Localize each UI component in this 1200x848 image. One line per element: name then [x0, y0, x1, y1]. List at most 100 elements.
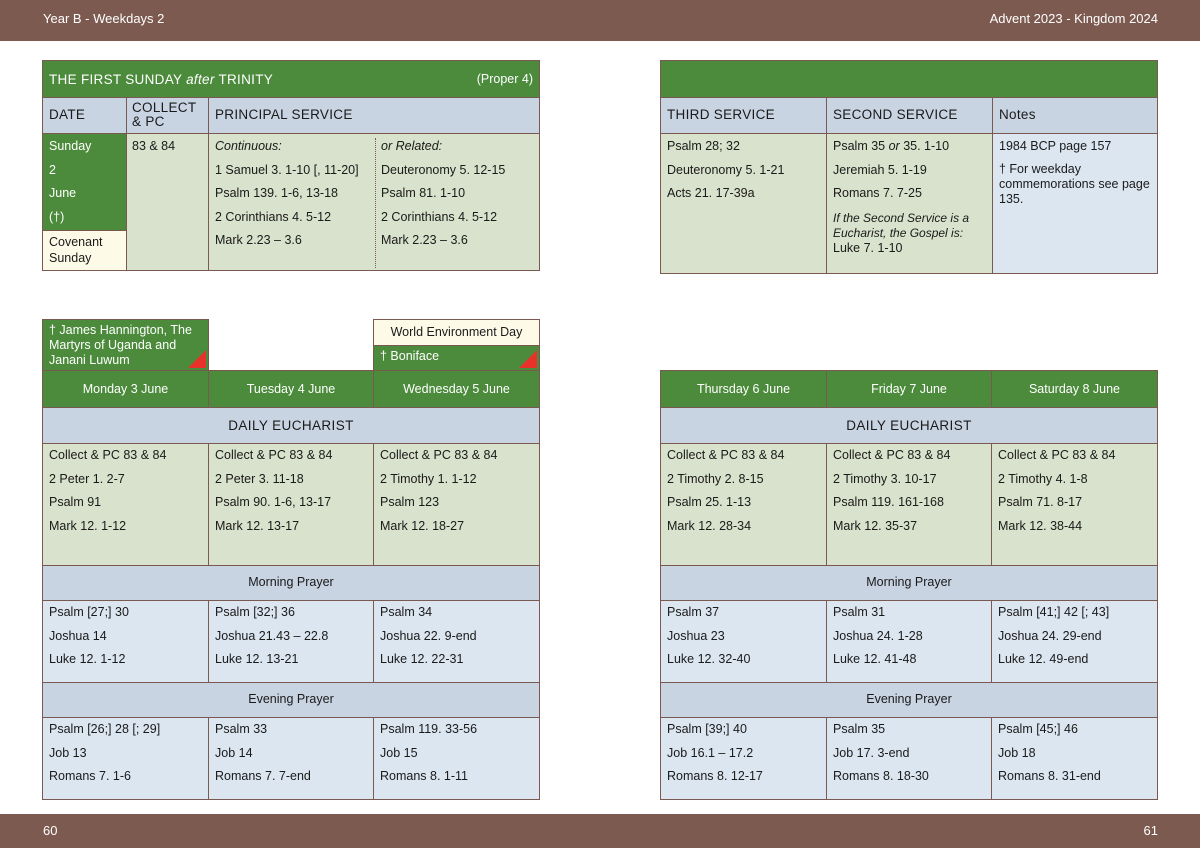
morning-prayer-label: Morning Prayer	[42, 565, 540, 601]
morning-cell: Psalm 37 Joshua 23 Luke 12. 32-40	[660, 600, 827, 683]
weekday-grid-right: Thursday 6 June Friday 7 June Saturday 8 J…	[660, 370, 1158, 800]
day-header: Monday 3 June	[42, 370, 209, 408]
reading: Luke 12. 49-end	[998, 652, 1089, 666]
date-line: 2	[49, 162, 56, 177]
evening-cell: Psalm 35 Job 17. 3-end Romans 8. 18-30	[826, 717, 992, 800]
reading: Job 16.1 – 17.2	[667, 745, 754, 760]
reading: Romans 8. 18-30	[833, 769, 929, 783]
evening-cell: Psalm 119. 33-56 Job 15 Romans 8. 1-11	[373, 717, 540, 800]
reading: Psalm 91	[49, 495, 102, 509]
dotted-divider	[375, 138, 376, 268]
evening-cell: Psalm [39;] 40 Job 16.1 – 17.2 Romans 8. 1…	[660, 717, 827, 800]
reading: Job 14	[215, 745, 253, 760]
reading: Joshua 21.43 – 22.8	[215, 628, 329, 643]
reading: Romans 7. 7-end	[215, 769, 311, 783]
reading: Luke 12. 32-40	[667, 652, 751, 666]
proper-label: (Proper 4)	[476, 72, 533, 86]
evening-prayer-label: Evening Prayer	[660, 682, 1158, 718]
reading: Mark 12. 18-27	[380, 518, 465, 533]
reading: or Related:	[381, 139, 443, 153]
commemoration-text: † Boniface	[380, 349, 440, 363]
morning-cell: Psalm [41;] 42 [; 43] Joshua 24. 29-end Lu…	[991, 600, 1158, 683]
reading: Romans 7. 1-6	[49, 769, 131, 783]
red-corner-marker	[188, 350, 206, 368]
reading: Deuteronomy 5. 12-15	[381, 162, 506, 177]
collect-cell: 83 & 84	[126, 133, 209, 271]
reading: 2 Timothy 4. 1-8	[998, 471, 1088, 486]
reading: 2 Timothy 2. 8-15	[667, 471, 764, 486]
daily-eucharist-label: DAILY EUCHARIST	[42, 407, 540, 444]
reading: Psalm 34	[380, 605, 433, 619]
reading: Psalm 25. 1-13	[667, 495, 752, 509]
daily-eucharist-label: DAILY EUCHARIST	[660, 407, 1158, 444]
page-number-right: 61	[1143, 823, 1158, 838]
reading: Joshua 23	[667, 628, 725, 643]
date-line: Sunday	[49, 139, 92, 153]
col-date-header: DATE	[42, 97, 127, 134]
reading: Psalm [32;] 36	[215, 605, 295, 619]
reading: Psalm 28; 32	[667, 139, 740, 153]
evening-cell: Psalm [45;] 46 Job 18 Romans 8. 31-end	[991, 717, 1158, 800]
covenant-sunday-label: Covenant Sunday	[42, 230, 127, 271]
day-header: Friday 7 June	[826, 370, 992, 408]
reading: Job 15	[380, 745, 418, 760]
notes-cell: 1984 BCP page 157 † For weekday commemor…	[992, 133, 1158, 274]
reading: Collect & PC 83 & 84	[833, 448, 951, 462]
col-third-header: THIRD SERVICE	[660, 97, 827, 134]
reading: Psalm 119. 161-168	[833, 495, 944, 509]
commemoration-text: † James Hannington, The Martyrs of Ugand…	[49, 323, 192, 367]
reading: Psalm 35	[833, 722, 886, 736]
reading: Luke 12. 41-48	[833, 652, 917, 666]
eucharist-cell: Collect & PC 83 & 84 2 Peter 3. 11-18 Psal…	[208, 443, 374, 566]
reading: Romans 8. 12-17	[667, 769, 763, 783]
reading: Psalm 31	[833, 605, 886, 619]
page-footer-bar: 60 61	[0, 814, 1200, 848]
col-collect-header: COLLECT & PC	[126, 97, 209, 134]
day-header: Wednesday 5 June	[373, 370, 540, 408]
reading: Joshua 14	[49, 628, 107, 643]
page-number-left: 60	[43, 823, 58, 838]
reading: Luke 12. 13-21	[215, 652, 299, 666]
day-header: Saturday 8 June	[991, 370, 1158, 408]
reading: Psalm [41;] 42 [; 43]	[998, 605, 1110, 619]
reading: Mark 12. 13-17	[215, 518, 300, 533]
reading: 1 Samuel 3. 1-10 [, 11-20]	[215, 162, 359, 177]
environment-day-label: World Environment Day	[373, 319, 540, 346]
reading: Continuous:	[215, 139, 282, 153]
reading: Jeremiah 5. 1-19	[833, 162, 927, 177]
reading: Mark 12. 38-44	[998, 518, 1083, 533]
reading: Collect & PC 83 & 84	[215, 448, 333, 462]
reading: Job 13	[49, 745, 87, 760]
reading: Psalm [39;] 40	[667, 722, 747, 736]
reading: Psalm [27;] 30	[49, 605, 129, 619]
principal-service-cell: Continuous: 1 Samuel 3. 1-10 [, 11-20] P…	[208, 133, 540, 271]
eucharist-cell: Collect & PC 83 & 84 2 Timothy 2. 8-15 Psa…	[660, 443, 827, 566]
sunday-date-cell: Sunday 2 June (†)	[42, 133, 127, 231]
reading: Joshua 24. 1-28	[833, 628, 923, 643]
col-principal-header: PRINCIPAL SERVICE	[208, 97, 540, 134]
date-line: June	[49, 186, 77, 200]
reading: 2 Corinthians 4. 5-12	[381, 209, 498, 224]
eucharist-cell: Collect & PC 83 & 84 2 Timothy 4. 1-8 Psal…	[991, 443, 1158, 566]
eucharist-cell: Collect & PC 83 & 84 2 Timothy 1. 1-12 Psa…	[373, 443, 540, 566]
reading: Psalm 33	[215, 722, 268, 736]
reading: 2 Timothy 1. 1-12	[380, 471, 477, 486]
day-header: Thursday 6 June	[660, 370, 827, 408]
reading: Joshua 22. 9-end	[380, 628, 477, 643]
reading: Luke 12. 1-12	[49, 652, 126, 666]
morning-cell: Psalm [32;] 36 Joshua 21.43 – 22.8 Luke 12…	[208, 600, 374, 683]
related-readings: or Related: Deuteronomy 5. 12-15 Psalm 8…	[381, 137, 536, 247]
reading: Luke 12. 22-31	[380, 652, 464, 666]
evening-prayer-label: Evening Prayer	[42, 682, 540, 718]
eucharist-cell: Collect & PC 83 & 84 2 Peter 1. 2-7 Psalm …	[42, 443, 209, 566]
reading: 2 Peter 1. 2-7	[49, 471, 125, 486]
reading: Psalm 119. 33-56	[380, 722, 478, 736]
reading: 2 Timothy 3. 10-17	[833, 471, 937, 486]
reading: Collect & PC 83 & 84	[998, 448, 1116, 462]
header-left: Year B - Weekdays 2	[43, 11, 165, 26]
col-second-header: SECOND SERVICE	[826, 97, 993, 134]
morning-cell: Psalm 34 Joshua 22. 9-end Luke 12. 22-31	[373, 600, 540, 683]
reading: Acts 21. 17-39a	[667, 186, 755, 200]
reading: Job 17. 3-end	[833, 745, 910, 760]
sunday-title: THE FIRST SUNDAY after TRINITY	[49, 72, 274, 87]
